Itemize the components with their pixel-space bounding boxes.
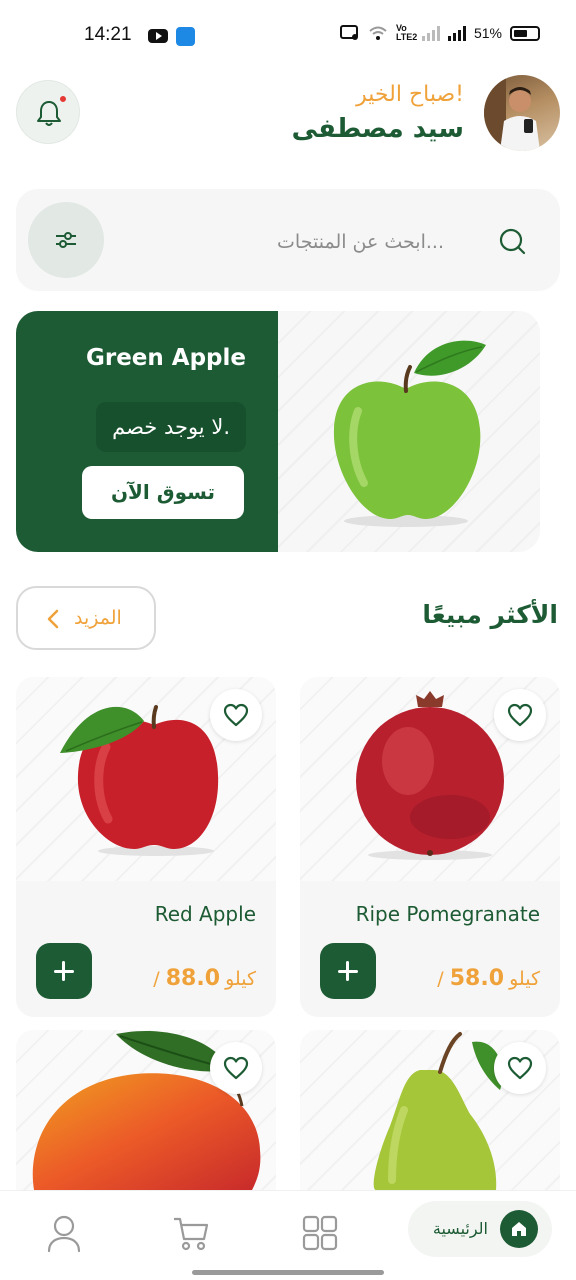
banner-title: Green Apple xyxy=(85,345,246,371)
banner-image xyxy=(278,311,540,552)
product-name: Ripe Pomegranate xyxy=(355,902,540,926)
see-more-label: المزيد xyxy=(74,607,122,629)
promo-banner[interactable]: Green Apple لا يوجد خصم. تسوق الآن xyxy=(16,311,540,552)
product-price: / كيلو 58.0 xyxy=(437,966,540,991)
product-card[interactable] xyxy=(16,1030,276,1190)
profile-icon[interactable] xyxy=(46,1215,82,1253)
banner-info-panel: Green Apple لا يوجد خصم. تسوق الآن xyxy=(16,311,278,552)
search-input[interactable]: ابحث عن المنتجات... xyxy=(277,231,444,253)
product-card[interactable]: Red Apple / كيلو 88.0 xyxy=(16,677,276,1017)
status-bar: 14:21 Vo LTE2 51% xyxy=(0,0,576,72)
search-bar[interactable]: ابحث عن المنتجات... xyxy=(16,189,560,291)
section-title: الأكثر مبيعًا xyxy=(422,600,558,629)
bottom-navigation: الرئيسية xyxy=(0,1190,576,1280)
price-value: 58.0 xyxy=(449,966,505,991)
bell-icon xyxy=(37,101,61,126)
green-apple-image xyxy=(333,340,486,527)
youtube-notification-icon xyxy=(148,29,168,43)
favorite-button[interactable] xyxy=(494,1042,546,1094)
favorite-button[interactable] xyxy=(494,689,546,741)
add-to-cart-button[interactable] xyxy=(36,943,92,999)
add-to-cart-button[interactable] xyxy=(320,943,376,999)
wifi-icon xyxy=(369,26,387,40)
price-value: 88.0 xyxy=(165,966,221,991)
chevron-left-icon xyxy=(47,609,59,629)
status-icons: Vo LTE2 51% xyxy=(339,23,540,42)
banner-discount-badge: لا يوجد خصم. xyxy=(96,402,246,452)
battery-percent: 51% xyxy=(473,25,502,41)
nav-home-label: الرئيسية xyxy=(432,1219,488,1238)
nav-home[interactable]: الرئيسية xyxy=(408,1201,552,1257)
notification-badge xyxy=(58,94,68,104)
filter-button[interactable] xyxy=(28,202,104,278)
signal-sim1-icon xyxy=(421,25,440,41)
screen-cast-icon xyxy=(339,25,358,40)
favorite-button[interactable] xyxy=(210,689,262,741)
heart-icon xyxy=(507,1056,533,1080)
heart-icon xyxy=(507,703,533,727)
avatar-photo xyxy=(484,75,540,151)
greeting-text: صباح الخير! xyxy=(356,82,464,107)
volte-icon: Vo LTE2 xyxy=(395,23,418,42)
system-home-indicator[interactable] xyxy=(192,1270,384,1275)
search-icon[interactable] xyxy=(498,227,526,255)
heart-icon xyxy=(223,703,249,727)
product-card[interactable] xyxy=(300,1030,560,1190)
product-card[interactable]: Ripe Pomegranate / كيلو 58.0 xyxy=(300,677,560,1017)
user-name: سيد مصطفى xyxy=(291,114,464,144)
home-icon xyxy=(500,1210,538,1248)
filter-sliders-icon xyxy=(56,232,76,248)
notifications-button[interactable] xyxy=(16,80,80,144)
signal-sim2-icon xyxy=(447,25,466,41)
status-time: 14:21 xyxy=(84,24,132,45)
app-notification-icon xyxy=(176,27,195,46)
product-name: Red Apple xyxy=(154,902,256,926)
categories-grid-icon[interactable] xyxy=(302,1215,338,1251)
cart-icon[interactable] xyxy=(172,1215,210,1253)
shop-now-button[interactable]: تسوق الآن xyxy=(82,466,244,519)
avatar[interactable] xyxy=(484,75,560,151)
product-price: / كيلو 88.0 xyxy=(153,966,256,991)
battery-icon xyxy=(510,25,540,41)
favorite-button[interactable] xyxy=(210,1042,262,1094)
heart-icon xyxy=(223,1056,249,1080)
see-more-button[interactable]: المزيد xyxy=(16,586,156,650)
